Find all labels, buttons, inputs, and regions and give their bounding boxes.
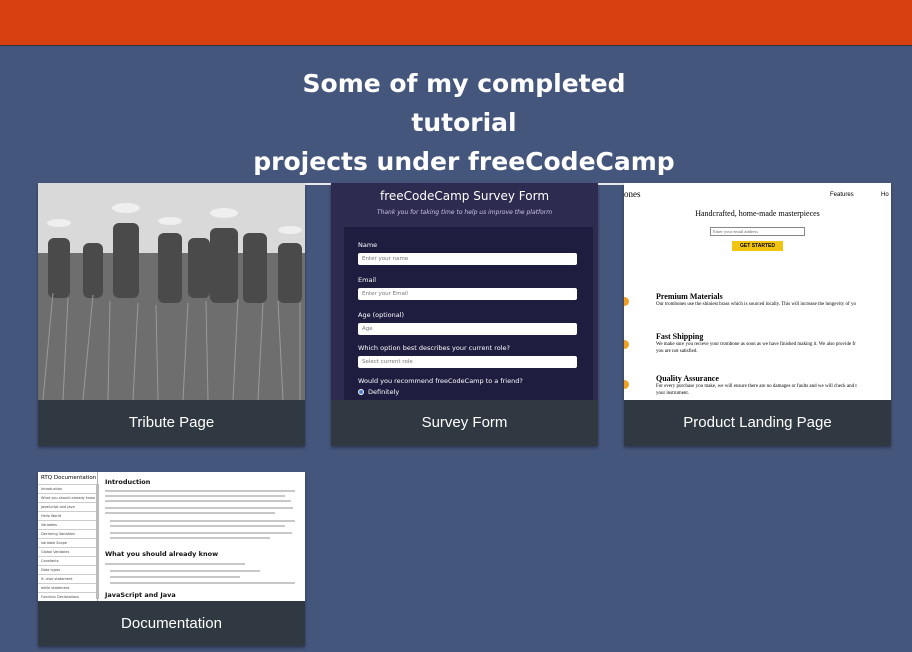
- survey-label: Name: [358, 241, 378, 249]
- docs-nav-item: Introduction: [38, 484, 96, 493]
- product-headline: Handcrafted, home-made masterpieces: [695, 209, 820, 218]
- project-title: Documentation: [121, 615, 222, 632]
- project-title: Product Landing Page: [683, 414, 832, 431]
- feature-text: Our trombones use the shiniest brass whi…: [656, 302, 856, 307]
- docs-nav-item: Declaring Variables: [38, 529, 96, 538]
- survey-question: Would you recommend freeCodeCamp to a fr…: [358, 377, 523, 385]
- heading-line-1: Some of my completed tutorial: [302, 69, 626, 137]
- survey-option: Definitely: [368, 388, 400, 396]
- docs-nav-item: Function Declarations: [38, 592, 96, 601]
- feature-icon: [624, 380, 629, 389]
- feature-icon: [624, 297, 629, 306]
- docs-nav-title: RTQ Documentation: [41, 475, 97, 481]
- docs-text-line: [110, 525, 285, 527]
- heading-line-2: projects under freeCodeCamp: [253, 147, 675, 176]
- docs-text-line: [110, 570, 260, 572]
- tribute-thumbnail: [38, 183, 305, 400]
- docs-text-line: [105, 500, 291, 502]
- docs-sidebar: RTQ Documentation Introduction What you …: [38, 472, 99, 601]
- docs-scrollbar: [96, 484, 99, 599]
- survey-label: Which option best describes your current…: [358, 344, 510, 352]
- project-card-tribute[interactable]: Tribute Page: [38, 183, 305, 446]
- feature-title: Quality Assurance: [656, 374, 719, 383]
- feature-text: For every purchase you make, we will ens…: [656, 384, 857, 389]
- docs-text-line: [110, 537, 270, 539]
- survey-preview-subtitle: Thank you for taking time to help us imp…: [376, 209, 553, 216]
- product-cta-button: GET STARTED: [732, 241, 783, 251]
- docs-nav-item: What you should already know: [38, 493, 96, 502]
- tribute-photo: [38, 183, 305, 400]
- survey-preview-form: Name Enter your name Email Enter your Em…: [344, 227, 593, 400]
- survey-input: Enter your name: [358, 253, 577, 265]
- top-navbar: [0, 0, 912, 46]
- docs-heading: Introduction: [105, 478, 151, 486]
- docs-text-line: [110, 576, 240, 578]
- feature-title: Premium Materials: [656, 292, 723, 301]
- survey-preview-title: freeCodeCamp Survey Form: [379, 189, 550, 203]
- section-heading: Some of my completed tutorial projects u…: [250, 64, 678, 185]
- docs-nav-item: Variables: [38, 520, 96, 529]
- product-brand: ones: [624, 189, 641, 199]
- docs-text-line: [110, 582, 295, 584]
- documentation-thumbnail: RTQ Documentation Introduction What you …: [38, 472, 305, 601]
- docs-heading: JavaScript and Java: [105, 591, 176, 599]
- project-card-product[interactable]: ones Features Ho Handcrafted, home-made …: [624, 183, 891, 446]
- feature-title: Fast Shipping: [656, 332, 704, 341]
- docs-text-line: [105, 490, 295, 492]
- docs-nav-item: Hello World: [38, 511, 96, 520]
- survey-thumbnail: freeCodeCamp Survey Form Thank you for t…: [331, 183, 598, 400]
- project-card-survey[interactable]: freeCodeCamp Survey Form Thank you for t…: [331, 183, 598, 446]
- project-title: Tribute Page: [128, 414, 215, 431]
- docs-nav-item: Variable Scope: [38, 538, 96, 547]
- docs-nav-item: Global Variables: [38, 547, 96, 556]
- product-nav-item: Features: [830, 192, 854, 198]
- docs-nav-item: JavaScript and Java: [38, 502, 96, 511]
- survey-label: Age (optional): [358, 311, 405, 319]
- docs-nav-item: Constants: [38, 556, 96, 565]
- product-email-input: Enter your email address: [710, 227, 805, 236]
- docs-text-line: [110, 532, 292, 534]
- docs-text-line: [105, 507, 293, 509]
- survey-input: Age: [358, 323, 577, 335]
- product-thumbnail: ones Features Ho Handcrafted, home-made …: [624, 183, 891, 400]
- docs-heading: What you should already know: [105, 550, 219, 558]
- project-title: Survey Form: [421, 414, 508, 431]
- survey-label: Email: [358, 276, 377, 284]
- survey-input: Enter your Email: [358, 288, 577, 300]
- product-nav-item: Ho: [881, 192, 889, 198]
- docs-text-line: [105, 512, 275, 514]
- feature-icon: [624, 340, 629, 349]
- docs-nav-item: while statement: [38, 583, 96, 592]
- docs-nav-item: Data types: [38, 565, 96, 574]
- survey-select: Select current role: [358, 356, 577, 368]
- feature-text: We make sure you recieve your trombone a…: [656, 342, 856, 347]
- radio-icon: [358, 389, 364, 395]
- docs-nav-item: if...else statement: [38, 574, 96, 583]
- docs-text-line: [110, 520, 295, 522]
- docs-text-line: [105, 495, 285, 497]
- feature-text: your instrument.: [656, 391, 690, 396]
- project-card-documentation[interactable]: RTQ Documentation Introduction What you …: [38, 472, 305, 646]
- docs-text-line: [105, 563, 245, 565]
- feature-text: you are not satisfied.: [656, 349, 698, 354]
